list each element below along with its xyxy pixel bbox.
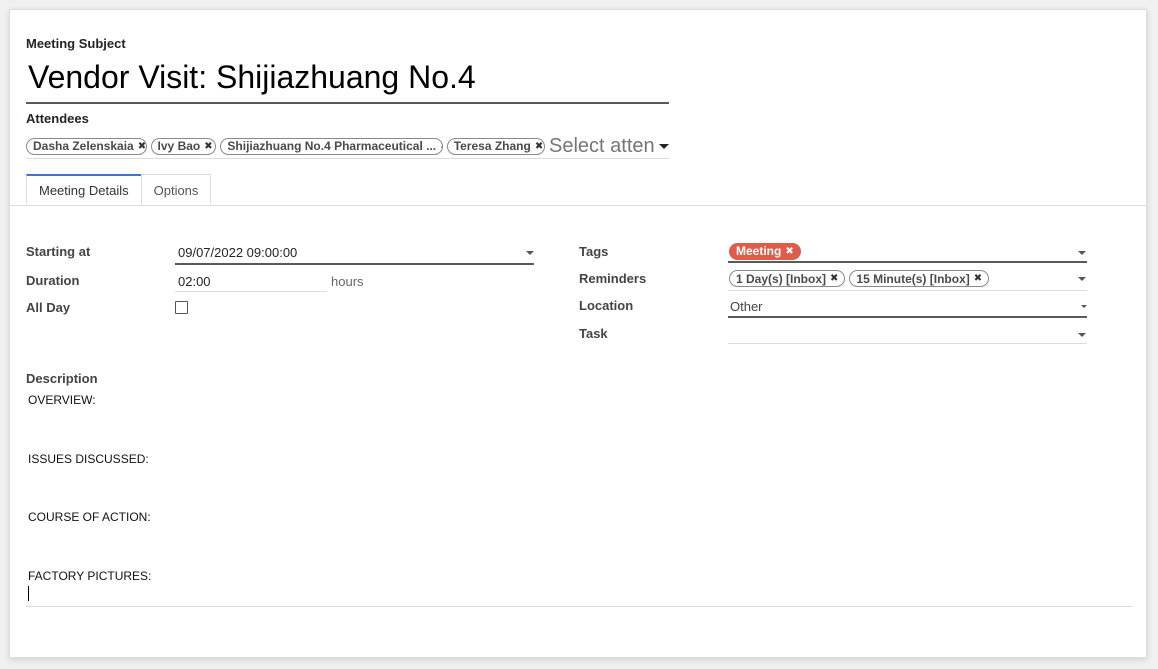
caret-down-icon[interactable]	[1078, 333, 1086, 337]
description-line: COURSE OF ACTION:	[28, 510, 151, 524]
starting-at-label: Starting at	[26, 244, 91, 259]
tab-options[interactable]: Options	[140, 174, 212, 205]
tags-field[interactable]: Meeting ✖	[729, 242, 801, 260]
tags-label: Tags	[579, 244, 609, 259]
location-label: Location	[579, 298, 634, 313]
starting-at-input[interactable]: 09/07/2022 09:00:00	[178, 245, 297, 260]
attendee-name: Teresa Zhang	[453, 139, 531, 153]
tags-underline	[728, 261, 1087, 263]
attendee-name: Dasha Zelenskaia	[33, 139, 134, 153]
description-line: FACTORY PICTURES:	[28, 569, 152, 583]
all-day-checkbox[interactable]	[175, 301, 188, 314]
task-label: Task	[579, 326, 608, 341]
all-day-label: All Day	[26, 300, 71, 315]
reminder-tag: 15 Minute(s) [Inbox] ✖	[849, 270, 990, 287]
form-sheet: Meeting Subject Vendor Visit: Shijiazhua…	[9, 9, 1147, 658]
remove-x-icon[interactable]: ✖	[535, 141, 543, 152]
reminders-underline	[728, 290, 1087, 291]
reminders-label: Reminders	[579, 271, 647, 286]
reminder-label: 1 Day(s) [Inbox]	[736, 271, 827, 286]
reminder-tag: 1 Day(s) [Inbox] ✖	[729, 270, 846, 287]
attendee-tag: Teresa Zhang ✖	[446, 137, 546, 155]
caret-down-icon[interactable]	[526, 251, 534, 255]
description-line: ISSUES DISCUSSED:	[28, 452, 149, 466]
attendee-search-input[interactable]	[549, 134, 656, 158]
attendee-name: Ivy Bao	[157, 139, 201, 153]
remove-x-icon[interactable]: ✖	[974, 273, 982, 284]
attendee-name: Shijiazhuang No.4 Pharmaceutical ...	[227, 139, 437, 153]
remove-x-icon[interactable]: ✖	[830, 273, 838, 284]
location-underline	[728, 316, 1087, 318]
attendee-tag: Ivy Bao ✖	[150, 137, 217, 155]
task-underline	[728, 343, 1087, 344]
duration-input[interactable]: 02:00	[178, 274, 211, 289]
meeting-subject-label: Meeting Subject	[26, 36, 126, 51]
attendee-tag: Shijiazhuang No.4 Pharmaceutical ... ✖	[220, 137, 443, 155]
tab-meeting-details[interactable]: Meeting Details	[26, 174, 142, 205]
tab-bar: Meeting Details Options	[26, 174, 212, 205]
reminders-field[interactable]: 1 Day(s) [Inbox] ✖ 15 Minute(s) [Inbox] …	[729, 270, 990, 287]
text-cursor	[28, 586, 29, 601]
attendee-tag: Dasha Zelenskaia ✖	[26, 137, 147, 155]
remove-x-icon[interactable]: ✖	[785, 246, 793, 257]
description-line: OVERVIEW:	[28, 393, 96, 407]
duration-underline	[175, 291, 327, 292]
attendees-label: Attendees	[26, 111, 89, 126]
caret-down-icon[interactable]	[1081, 305, 1087, 308]
description-underline	[26, 606, 1132, 607]
tag-meeting-label: Meeting	[736, 244, 782, 258]
location-input[interactable]: Other	[730, 299, 763, 314]
remove-x-icon[interactable]: ✖	[204, 141, 212, 152]
starting-at-underline	[175, 263, 534, 265]
remove-x-icon[interactable]: ✖	[440, 141, 442, 152]
tag-meeting: Meeting ✖	[729, 242, 801, 260]
caret-down-icon[interactable]	[1078, 251, 1086, 255]
caret-down-icon[interactable]	[659, 143, 670, 149]
reminder-label: 15 Minute(s) [Inbox]	[856, 271, 970, 286]
tab-divider	[10, 205, 1146, 206]
duration-unit: hours	[331, 274, 364, 289]
caret-down-icon[interactable]	[1078, 277, 1086, 281]
remove-x-icon[interactable]: ✖	[138, 141, 146, 152]
meeting-subject-input[interactable]: Vendor Visit: Shijiazhuang No.4	[26, 54, 669, 104]
description-label: Description	[26, 371, 98, 386]
attendees-field[interactable]: Dasha Zelenskaia ✖ Ivy Bao ✖ Shijiazhuan…	[26, 134, 670, 159]
duration-label: Duration	[26, 273, 80, 288]
